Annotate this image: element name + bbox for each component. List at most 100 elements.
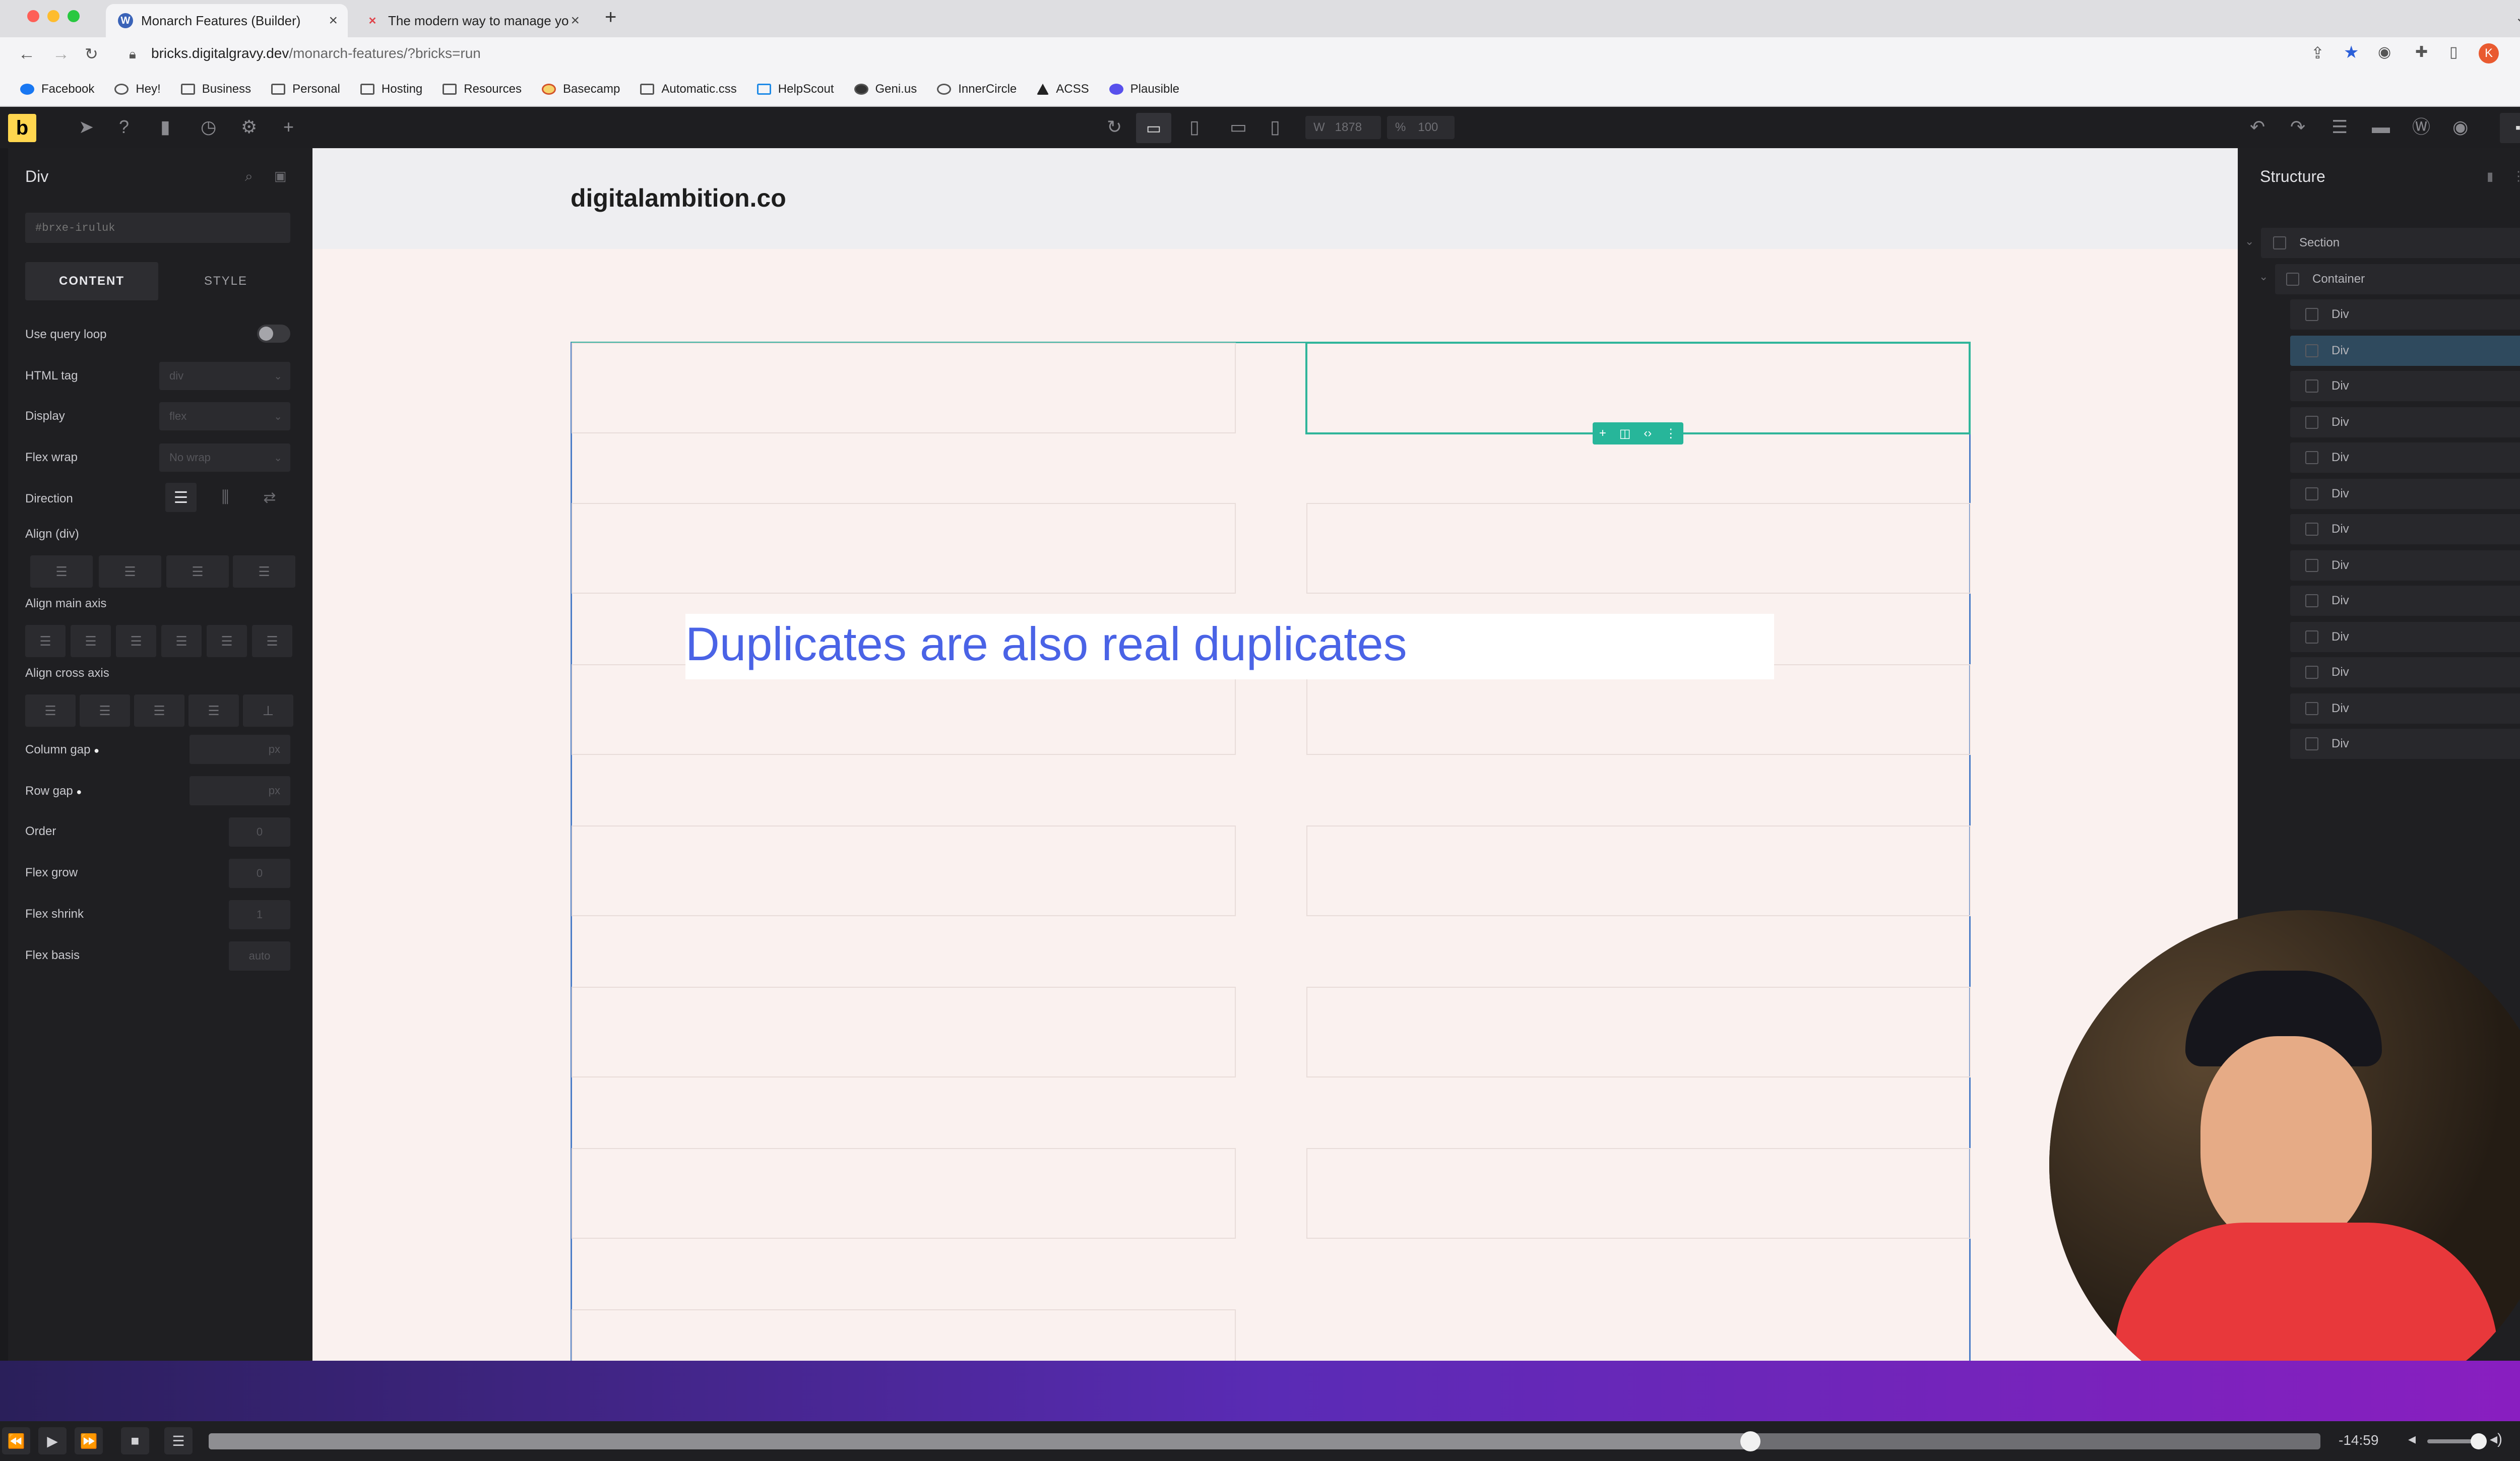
grid-div-selected[interactable] <box>1305 342 1971 434</box>
site-logo[interactable]: digitalambition.co <box>571 183 786 213</box>
flex-shrink-input[interactable]: 1 <box>229 900 290 929</box>
playlist-icon[interactable]: ☰ <box>164 1427 193 1454</box>
settings-gear-icon[interactable]: ⚙ <box>241 118 257 136</box>
direction-row-icon[interactable]: ☰ <box>165 483 197 512</box>
refresh-icon[interactable]: ↻ <box>1107 118 1122 136</box>
volume-slider[interactable] <box>2427 1433 2487 1449</box>
redo-icon[interactable]: ↷ <box>2290 118 2305 136</box>
query-loop-toggle[interactable] <box>257 325 290 343</box>
pages-icon[interactable]: ▮ <box>160 118 170 136</box>
fast-forward-icon[interactable]: ⏩ <box>75 1427 103 1454</box>
tab-content[interactable]: CONTENT <box>25 262 158 300</box>
chevron-down-icon[interactable]: ⌄ <box>2259 270 2268 283</box>
flex-basis-input[interactable]: auto <box>229 941 290 971</box>
delete-icon[interactable]: ▮ <box>2487 169 2493 184</box>
structure-item-div[interactable]: Div <box>2290 657 2520 687</box>
bookmark-automatic-css[interactable]: Automatic.css <box>640 82 737 96</box>
minimize-window-icon[interactable] <box>47 10 59 22</box>
extension-1password-icon[interactable]: ◉ <box>2378 43 2391 61</box>
structure-item-div[interactable]: Div <box>2290 479 2520 509</box>
add-icon[interactable]: + <box>283 118 294 136</box>
align-items-start-icon[interactable]: ☰ <box>25 694 76 727</box>
structure-item-div[interactable]: Div <box>2290 729 2520 759</box>
justify-between-icon[interactable]: ☰ <box>161 625 202 657</box>
element-action-toolbar[interactable]: + ◫ ‹› ⋮ <box>1593 422 1683 444</box>
structure-item-div[interactable]: Div <box>2290 693 2520 724</box>
justify-center-icon[interactable]: ☰ <box>71 625 111 657</box>
structure-item-div[interactable]: Div <box>2290 550 2520 581</box>
display-select[interactable]: flex ⌄ <box>159 402 290 430</box>
new-tab-icon[interactable]: + <box>605 6 616 29</box>
bookmark-hey[interactable]: Hey! <box>114 82 161 96</box>
forward-icon[interactable]: → <box>52 44 70 64</box>
grid-div[interactable] <box>1306 987 1971 1077</box>
chevron-down-icon[interactable]: ⌄ <box>2515 9 2520 26</box>
canvas-width-input[interactable]: W 1878 <box>1305 116 1381 139</box>
grid-div[interactable] <box>1306 1148 1971 1239</box>
mobile-icon[interactable]: ▯ <box>1270 118 1280 136</box>
preview-eye-icon[interactable]: ◉ <box>2452 118 2468 136</box>
bookmark-business[interactable]: Business <box>180 82 251 96</box>
structure-item-div[interactable]: Div <box>2290 622 2520 652</box>
html-tag-select[interactable]: div ⌄ <box>159 362 290 390</box>
structure-item-div[interactable]: Div <box>2290 586 2520 616</box>
align-div-left-icon[interactable]: ☰ <box>30 555 93 588</box>
bookmark-star-icon[interactable]: ★ <box>2344 42 2359 62</box>
save-preset-icon[interactable]: ▣ <box>274 168 287 184</box>
align-items-baseline-icon[interactable]: ⊥ <box>243 694 293 727</box>
bookmark-helpscout[interactable]: HelpScout <box>757 82 834 96</box>
grid-div[interactable] <box>572 1148 1236 1239</box>
code-icon[interactable]: ‹› <box>1644 426 1652 440</box>
url-field[interactable]: bricks.digitalgravy.dev/monarch-features… <box>151 45 481 61</box>
rewind-icon[interactable]: ⏪ <box>2 1427 30 1454</box>
tab-style[interactable]: STYLE <box>159 262 292 300</box>
bookmark-hosting[interactable]: Hosting <box>360 82 422 96</box>
flex-grow-input[interactable]: 0 <box>229 859 290 888</box>
row-gap-input[interactable]: px <box>190 776 290 805</box>
tab-modern-way[interactable]: ✕ The modern way to manage yo × <box>353 4 590 37</box>
grid-div[interactable] <box>572 343 1236 433</box>
profile-avatar[interactable]: K <box>2479 43 2499 63</box>
share-icon[interactable]: ⇪ <box>2311 43 2324 62</box>
close-tab-icon[interactable]: × <box>571 12 580 29</box>
extensions-puzzle-icon[interactable]: ✚ <box>2415 43 2428 61</box>
justify-around-icon[interactable]: ☰ <box>207 625 247 657</box>
volume-handle[interactable] <box>2471 1433 2487 1449</box>
tab-monarch-features[interactable]: W Monarch Features (Builder) × <box>106 4 348 37</box>
search-icon[interactable]: ⌕ <box>245 168 253 185</box>
align-div-stretch-icon[interactable]: ☰ <box>233 555 295 588</box>
direction-reverse-icon[interactable]: ⇄ <box>254 483 285 512</box>
columns-icon[interactable]: ◫ <box>1619 426 1631 441</box>
structure-item-div[interactable]: Div <box>2290 299 2520 330</box>
bookmark-personal[interactable]: Personal <box>271 82 340 96</box>
bookmark-facebook[interactable]: Facebook <box>20 82 94 96</box>
close-window-icon[interactable] <box>27 10 39 22</box>
grid-div[interactable] <box>1306 503 1971 594</box>
templates-folder-icon[interactable]: ▬ <box>2372 118 2390 136</box>
add-icon[interactable]: + <box>1599 426 1606 440</box>
justify-evenly-icon[interactable]: ☰ <box>252 625 292 657</box>
structure-item-div[interactable]: Div <box>2290 371 2520 401</box>
desktop-breakpoint-icon[interactable]: ▭ <box>1136 113 1171 143</box>
chevron-down-icon[interactable]: ⌄ <box>2245 235 2254 248</box>
align-items-end-icon[interactable]: ☰ <box>134 694 184 727</box>
help-icon[interactable]: ? <box>119 118 129 136</box>
structure-item-container[interactable]: Container <box>2275 264 2520 294</box>
align-div-center-icon[interactable]: ☰ <box>99 555 161 588</box>
align-items-center-icon[interactable]: ☰ <box>80 694 130 727</box>
justify-start-icon[interactable]: ☰ <box>25 625 66 657</box>
play-icon[interactable]: ▶ <box>38 1427 67 1454</box>
elements-cursor-icon[interactable]: ➤ <box>79 118 94 136</box>
reload-icon[interactable]: ↻ <box>85 44 98 63</box>
seek-bar[interactable] <box>209 1431 2320 1451</box>
bookmark-innercircle[interactable]: InnerCircle <box>937 82 1017 96</box>
structure-item-div[interactable]: Div <box>2290 514 2520 544</box>
undo-icon[interactable]: ↶ <box>2250 118 2265 136</box>
history-icon[interactable]: ◷ <box>201 118 216 136</box>
grid-div[interactable] <box>1306 825 1971 916</box>
more-options-icon[interactable]: ⋮ <box>1665 426 1677 441</box>
bookmark-basecamp[interactable]: Basecamp <box>541 82 620 96</box>
structure-item-section[interactable]: Section <box>2261 228 2520 258</box>
volume-low-icon[interactable]: ◂ <box>2408 1430 2416 1448</box>
grid-div[interactable] <box>572 503 1236 594</box>
